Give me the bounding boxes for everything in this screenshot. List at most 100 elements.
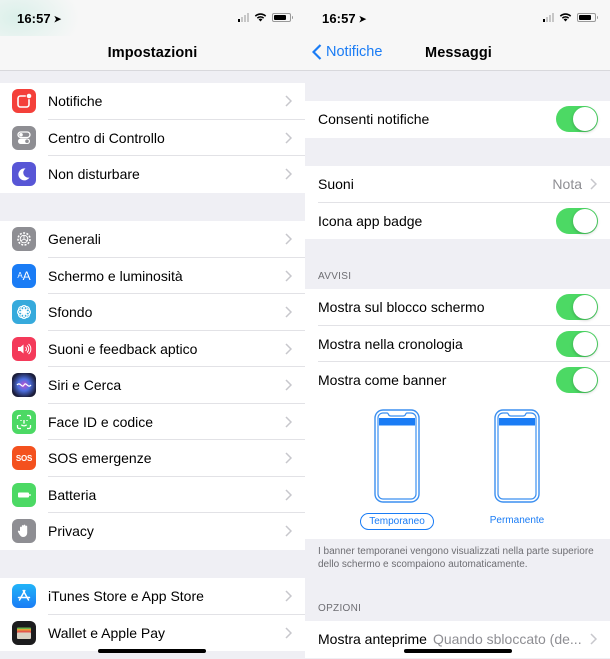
settings-item-itunes-app-store[interactable]: iTunes Store e App Store (0, 578, 305, 615)
settings-item-sfondo[interactable]: Sfondo (0, 294, 305, 331)
chevron-right-icon (285, 452, 292, 464)
alerts-group: Mostra sul blocco schermo Mostra nella c… (305, 289, 610, 399)
chevron-right-icon (285, 590, 292, 602)
nav-bar: Notifiche Messaggi (305, 36, 610, 71)
settings-item-label: Centro di Controllo (48, 129, 165, 146)
wifi-icon (559, 13, 572, 22)
badge-row: Icona app badge (305, 202, 610, 239)
banner-note: I banner temporanei vengono visualizzati… (318, 546, 594, 570)
sounds-row[interactable]: Suoni Nota (305, 166, 610, 203)
time-text: 16:57 (322, 11, 356, 26)
hand-icon (12, 519, 36, 544)
chevron-right-icon (285, 379, 292, 391)
cellular-signal-icon (543, 12, 554, 22)
sounds-badge-group: Suoni Nota Icona app badge (305, 166, 610, 239)
allow-group: Consenti notifiche (305, 101, 610, 138)
settings-item-label: iTunes Store e App Store (48, 588, 204, 605)
wallpaper-flower-icon (12, 300, 36, 325)
moon-icon (12, 162, 36, 187)
status-indicators (238, 12, 293, 22)
settings-item-label: Batteria (48, 486, 97, 503)
settings-item-label: Notifiche (48, 93, 103, 110)
chevron-right-icon (285, 233, 292, 245)
banner-style-persistent[interactable]: Permanente (477, 409, 557, 528)
chevron-right-icon (285, 525, 292, 537)
allow-notifications-row: Consenti notifiche (305, 101, 610, 138)
settings-group-3: iTunes Store e App Store Wallet e Apple … (0, 578, 305, 651)
phone-temporary-banner-icon (374, 409, 420, 503)
lock-screen-toggle[interactable] (556, 294, 598, 321)
location-arrow-icon: ➤ (358, 14, 367, 24)
control-center-icon (12, 125, 36, 150)
settings-item-wallet[interactable]: Wallet e Apple Pay (0, 614, 305, 651)
chevron-right-icon (285, 489, 292, 501)
settings-item-sos[interactable]: SOS SOS emergenze (0, 440, 305, 477)
display-text-size-icon: AA (12, 263, 36, 288)
status-bar: 16:57 ➤ (0, 0, 305, 60)
settings-item-label: Sfondo (48, 304, 93, 321)
alert-label: Mostra sul blocco schermo (318, 299, 485, 316)
chevron-right-icon (285, 168, 292, 180)
settings-item-suoni[interactable]: Suoni e feedback aptico (0, 330, 305, 367)
battery-icon (272, 12, 293, 22)
history-toggle[interactable] (556, 330, 598, 357)
page-title: Impostazioni (107, 45, 198, 61)
status-time: 16:57 ➤ (17, 11, 61, 26)
location-arrow-icon: ➤ (53, 14, 62, 24)
chevron-right-icon (285, 306, 292, 318)
settings-item-label: Privacy (48, 523, 94, 540)
sounds-value: Nota (552, 176, 582, 193)
chevron-right-icon (285, 132, 292, 144)
phone-persistent-banner-icon (494, 409, 540, 503)
settings-item-siri[interactable]: Siri e Cerca (0, 367, 305, 404)
settings-item-centro-di-controllo[interactable]: Centro di Controllo (0, 119, 305, 156)
chevron-right-icon (285, 343, 292, 355)
chevron-right-icon (285, 627, 292, 639)
settings-panel: 16:57 ➤ Impostazioni Notifiche Centro di… (0, 0, 305, 659)
settings-item-face-id[interactable]: Face ID e codice (0, 403, 305, 440)
settings-item-non-disturbare[interactable]: Non disturbare (0, 156, 305, 193)
status-time: 16:57 ➤ (322, 11, 366, 26)
settings-item-label: Generali (48, 231, 101, 248)
sos-glyph: SOS (15, 453, 33, 463)
siri-icon (12, 373, 36, 398)
alerts-section-header: AVVISI (318, 271, 352, 282)
settings-item-label: Wallet e Apple Pay (48, 624, 165, 641)
alert-row-lock-screen: Mostra sul blocco schermo (305, 289, 610, 326)
sounds-label: Suoni (318, 176, 354, 193)
page-title: Messaggi (425, 45, 492, 61)
chevron-right-icon (285, 95, 292, 107)
battery-icon (577, 12, 598, 22)
alert-row-banner: Mostra come banner (305, 362, 610, 399)
options-section-header: OPZIONI (318, 603, 362, 614)
settings-item-label: Siri e Cerca (48, 377, 122, 394)
notifications-icon (12, 89, 36, 114)
banner-style-label: Permanente (489, 515, 545, 526)
sos-icon: SOS (12, 446, 36, 471)
allow-notifications-toggle[interactable] (556, 106, 598, 133)
settings-group-2: Generali AA Schermo e luminosità Sfondo … (0, 221, 305, 550)
show-previews-label: Mostra anteprime (318, 631, 427, 648)
badge-toggle[interactable] (556, 207, 598, 234)
status-indicators (543, 12, 598, 22)
banner-style-picker: Temporaneo Permanente (305, 398, 610, 539)
wifi-icon (254, 13, 267, 22)
banner-style-temporary[interactable]: Temporaneo (357, 409, 437, 530)
settings-item-privacy[interactable]: Privacy (0, 513, 305, 550)
settings-item-notifiche[interactable]: Notifiche (0, 83, 305, 120)
settings-item-batteria[interactable]: Batteria (0, 476, 305, 513)
settings-item-generali[interactable]: Generali (0, 221, 305, 258)
chevron-right-icon (590, 633, 597, 645)
face-id-icon (12, 409, 36, 434)
status-bar: 16:57 ➤ (305, 0, 610, 36)
alert-label: Mostra come banner (318, 372, 447, 389)
settings-item-label: Schermo e luminosità (48, 267, 183, 284)
speaker-icon (12, 336, 36, 361)
banner-style-label: Temporaneo (360, 513, 434, 530)
home-indicator[interactable] (404, 649, 512, 653)
wallet-icon (12, 620, 36, 645)
banner-toggle[interactable] (556, 367, 598, 394)
home-indicator[interactable] (98, 649, 206, 653)
settings-item-schermo[interactable]: AA Schermo e luminosità (0, 257, 305, 294)
alert-label: Mostra nella cronologia (318, 335, 463, 352)
